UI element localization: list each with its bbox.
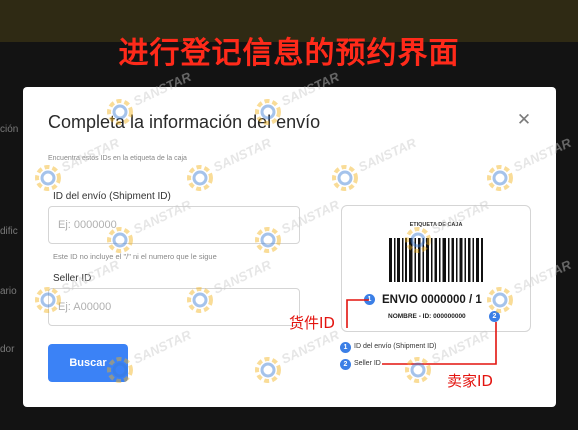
legend-badge-1: 1: [340, 342, 351, 353]
background-text: dor: [0, 344, 15, 355]
seller-id-label: Seller ID: [53, 273, 91, 284]
shipment-info-modal: Completa la información del envío ✕ Encu…: [23, 87, 556, 407]
legend-shipment-id: ID del envío (Shipment ID): [354, 343, 437, 350]
box-label-example: ETIQUETA DE CAJA: [341, 205, 531, 332]
legend-seller-id: Seller ID: [354, 360, 381, 367]
badge-1: 1: [364, 294, 375, 305]
shipment-id-label: ID del envío (Shipment ID): [53, 191, 171, 202]
modal-title: Completa la información del envío: [48, 112, 321, 132]
nombre-text: NOMBRE - ID: 000000000: [388, 313, 466, 320]
shipment-id-hint: Este ID no incluye el "/" ni el numero q…: [53, 252, 217, 261]
envio-text: ENVIO 0000000 / 1: [382, 294, 482, 306]
background-text: ario: [0, 286, 17, 297]
shipment-id-callout: 货件ID: [289, 314, 335, 332]
barcode-icon: [389, 238, 483, 282]
search-button[interactable]: Buscar: [48, 344, 128, 382]
close-icon[interactable]: ✕: [516, 111, 532, 128]
shipment-id-input[interactable]: [48, 206, 300, 244]
background-text: ción: [0, 124, 19, 135]
legend-badge-2: 2: [340, 359, 351, 370]
background-text: dific: [0, 226, 18, 237]
box-label-title: ETIQUETA DE CAJA: [342, 222, 530, 228]
seller-id-input[interactable]: [48, 288, 300, 326]
badge-2: 2: [489, 311, 500, 322]
banner-title: 进行登记信息的预约界面: [118, 36, 460, 71]
modal-subtitle: Encuentra estos IDs en la etiqueta de la…: [48, 155, 187, 162]
seller-id-callout: 卖家ID: [447, 372, 493, 390]
